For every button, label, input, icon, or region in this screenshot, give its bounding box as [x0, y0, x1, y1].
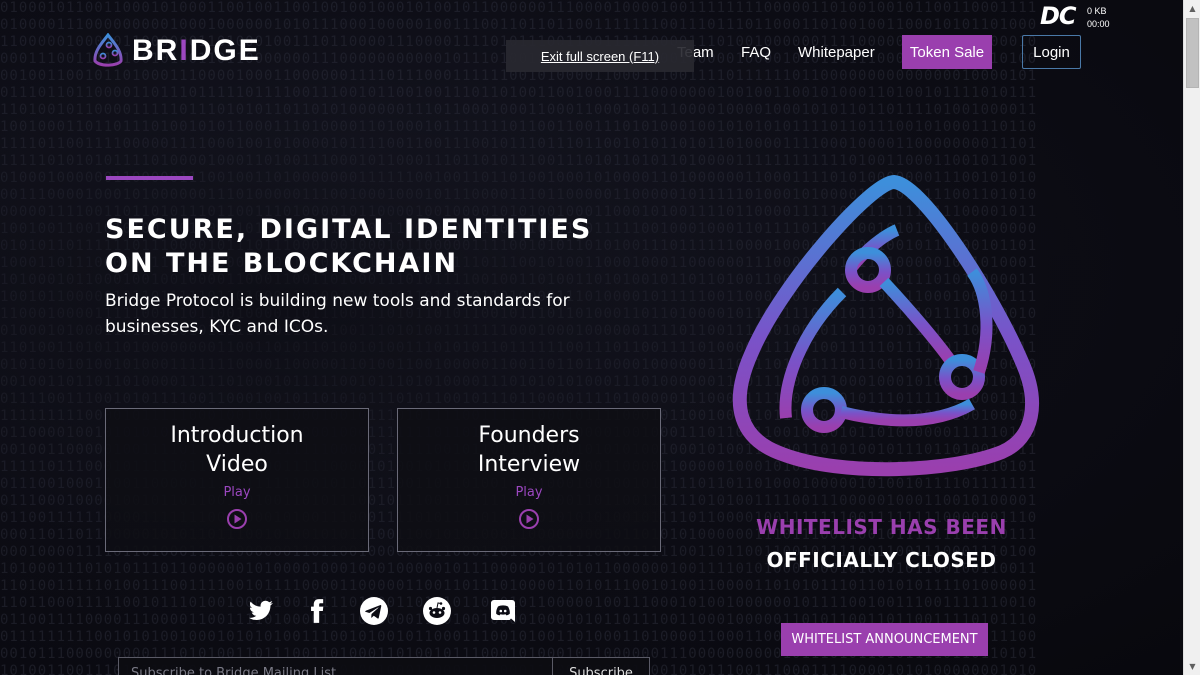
brand-logo[interactable]: BRIDGE: [92, 33, 261, 69]
play-circle-icon[interactable]: [518, 508, 540, 530]
card-title: Introduction Video: [170, 423, 304, 477]
scroll-thumb[interactable]: [1186, 18, 1199, 88]
play-circle-icon[interactable]: [226, 508, 248, 530]
whitelist-status-line1: WHITELIST HAS BEEN: [756, 515, 1007, 539]
token-sale-button[interactable]: Token Sale: [902, 35, 992, 69]
facebook-icon[interactable]: [302, 596, 332, 626]
bridge-logo-icon: [93, 33, 123, 67]
exit-fullscreen-banner: Exit full screen (F11): [506, 40, 694, 72]
founders-interview-card[interactable]: Founders Interview Play: [397, 408, 661, 552]
intro-video-card[interactable]: Introduction Video Play: [105, 408, 369, 552]
brand-name: BRIDGE: [132, 34, 261, 67]
hero-title: SECURE, DIGITAL IDENTITIES ON THE BLOCKC…: [105, 214, 593, 279]
mailing-list-input[interactable]: Subscribe to Bridge Mailing List: [119, 658, 553, 675]
card-title: Founders Interview: [477, 423, 581, 477]
play-label[interactable]: Play: [398, 485, 660, 500]
whitelist-status-line2: OFFICIALLY CLOSED: [766, 548, 997, 572]
discord-icon[interactable]: [488, 596, 518, 626]
play-label[interactable]: Play: [106, 485, 368, 500]
nav-faq-link[interactable]: FAQ: [741, 44, 771, 61]
mailing-list-form: Subscribe to Bridge Mailing List Subscri…: [118, 657, 650, 675]
dc-overlay-stats: 0 KB 00:00: [1087, 5, 1110, 31]
subscribe-button[interactable]: Subscribe: [553, 658, 649, 675]
telegram-icon[interactable]: [359, 596, 389, 626]
reddit-icon[interactable]: [422, 596, 452, 626]
hero-accent-bar: [106, 176, 193, 180]
bridge-emblem-icon: [732, 174, 1040, 477]
whitelist-announcement-button[interactable]: WHITELIST ANNOUNCEMENT: [781, 623, 988, 656]
scroll-down-arrow-icon[interactable]: ▼: [1185, 658, 1200, 675]
exit-fullscreen-link[interactable]: Exit full screen (F11): [541, 49, 659, 64]
nav-whitepaper-link[interactable]: Whitepaper: [798, 44, 875, 61]
dc-overlay-logo: DC: [1040, 2, 1077, 30]
login-button[interactable]: Login: [1022, 35, 1081, 69]
page-scrollbar[interactable]: ▲ ▼: [1183, 0, 1200, 675]
scroll-up-arrow-icon[interactable]: ▲: [1185, 0, 1200, 17]
dc-stat-size: 0 KB: [1087, 6, 1107, 16]
twitter-icon[interactable]: [246, 596, 276, 626]
dc-stat-time: 00:00: [1087, 19, 1110, 29]
hero-subtitle: Bridge Protocol is building new tools an…: [105, 291, 570, 337]
